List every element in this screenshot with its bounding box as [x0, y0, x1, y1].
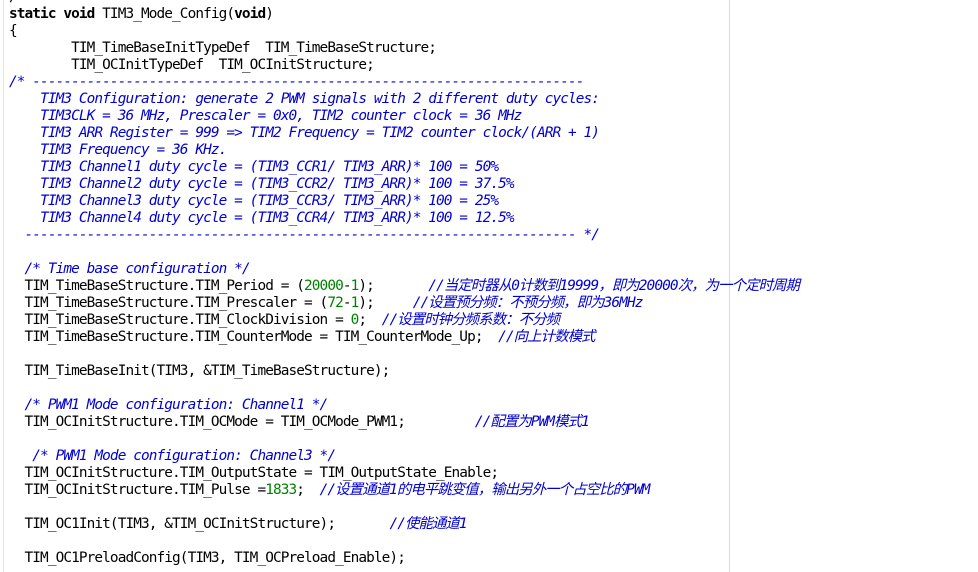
code-line[interactable]: TIM3 Channel4 duty cycle = (TIM3_CCR4/ T… [9, 210, 799, 227]
code-text: TIM_OCInitStructure.TIM_OutputState = TI… [9, 465, 500, 481]
code-line[interactable] [9, 244, 799, 261]
code-line[interactable]: TIM_TimeBaseStructure.TIM_ClockDivision … [9, 312, 799, 329]
code-line[interactable]: TIM3CLK = 36 MHz, Prescaler = 0x0, TIM2 … [9, 108, 799, 125]
code-comment: TIM3 Channel2 duty cycle = (TIM3_CCR2/ T… [9, 176, 515, 192]
code-line[interactable]: TIM_TimeBaseStructure.TIM_Prescaler = (7… [9, 295, 799, 312]
code-line[interactable]: /* Time base configuration */ [9, 261, 799, 278]
code-text: ); [358, 295, 413, 311]
code-line[interactable]: TIM_OC1PreloadConfig(TIM3, TIM_OCPreload… [9, 550, 799, 567]
code-text: / [9, 0, 18, 5]
code-line[interactable]: ----------------------------------------… [9, 227, 799, 244]
code-line[interactable]: TIM_OC1Init(TIM3, &TIM_OCInitStructure);… [9, 516, 799, 533]
code-comment: TIM3 Configuration: generate 2 PWM signa… [9, 91, 600, 107]
code-line[interactable] [9, 431, 799, 448]
fold-margin-line [3, 0, 4, 572]
code-text: TIM_OCInitTypeDef TIM_OCInitStructure; [9, 57, 375, 73]
code-comment: /* Time base configuration */ [24, 261, 251, 277]
code-line[interactable]: TIM_TimeBaseInitTypeDef TIM_TimeBaseStru… [9, 40, 799, 57]
code-line[interactable]: static void TIM3_Mode_Config(void) [9, 6, 799, 23]
code-comment: //设置预分频：不预分频，即为36MHz [412, 295, 644, 311]
code-line[interactable] [9, 499, 799, 516]
code-text: ; [358, 312, 382, 328]
code-comment: TIM3 Channel4 duty cycle = (TIM3_CCR4/ T… [9, 210, 515, 226]
code-comment: //向上计数模式 [498, 329, 595, 345]
code-line[interactable]: TIM3 Channel3 duty cycle = (TIM3_CCR3/ T… [9, 193, 799, 210]
code-line[interactable]: TIM3 ARR Register = 999 => TIM2 Frequenc… [9, 125, 799, 142]
code-line[interactable]: TIM3 Channel1 duty cycle = (TIM3_CCR1/ T… [9, 159, 799, 176]
code-comment: //设置时钟分频系数：不分频 [381, 312, 560, 328]
code-text: { [9, 23, 18, 39]
code-editor[interactable]: /static void TIM3_Mode_Config(void){ TIM… [0, 0, 978, 572]
code-text: TIM_TimeBaseStructure.TIM_Period = ( [9, 278, 305, 294]
code-line[interactable]: /* PWM1 Mode configuration: Channel1 */ [9, 397, 799, 414]
code-text: TIM3_Mode_Config( [94, 6, 235, 22]
code-comment: TIM3 Channel3 duty cycle = (TIM3_CCR3/ T… [9, 193, 499, 209]
code-line[interactable]: TIM3 Configuration: generate 2 PWM signa… [9, 91, 799, 108]
code-comment: //配置为PWM模式1 [474, 414, 590, 430]
code-text: - [342, 295, 352, 311]
code-text: TIM_TimeBaseStructure.TIM_CounterMode = … [9, 329, 499, 345]
code-line[interactable]: TIM_OCInitStructure.TIM_Pulse =1833; //设… [9, 482, 799, 499]
code-comment: /* PWM1 Mode configuration: Channel3 */ [32, 448, 336, 464]
code-text: TIM_TimeBaseInit(TIM3, &TIM_TimeBaseStru… [9, 363, 391, 379]
code-line[interactable] [9, 346, 799, 363]
code-line[interactable]: /* -------------------------------------… [9, 74, 799, 91]
code-area[interactable]: /static void TIM3_Mode_Config(void){ TIM… [9, 0, 800, 567]
code-text: - [342, 278, 352, 294]
code-line[interactable]: TIM_OCInitStructure.TIM_OCMode = TIM_OCM… [9, 414, 799, 431]
code-line[interactable] [9, 380, 799, 397]
code-keyword: void [234, 6, 266, 22]
code-comment: TIM3 Channel1 duty cycle = (TIM3_CCR1/ T… [9, 159, 499, 175]
code-text: TIM_OC1Init(TIM3, &TIM_OCInitStructure); [9, 516, 390, 532]
code-line[interactable]: TIM_TimeBaseStructure.TIM_Period = (2000… [9, 278, 800, 295]
code-keyword: static void [9, 6, 95, 22]
code-comment: //当定时器从0计数到19999，即为20000次，为一个定时周期 [428, 278, 800, 294]
code-text: TIM_OCInitStructure.TIM_OCMode = TIM_OCM… [9, 414, 475, 430]
code-line[interactable]: TIM_TimeBaseInit(TIM3, &TIM_TimeBaseStru… [9, 363, 799, 380]
code-text: ; [296, 482, 320, 498]
code-comment: TIM3CLK = 36 MHz, Prescaler = 0x0, TIM2 … [9, 108, 522, 124]
code-comment: TIM3 Frequency = 36 KHz. [9, 142, 227, 158]
code-text: TIM_OCInitStructure.TIM_Pulse = [9, 482, 267, 498]
code-comment: //使能通道1 [389, 516, 467, 532]
code-line[interactable]: TIM3 Frequency = 36 KHz. [9, 142, 799, 159]
code-number: 20000 [304, 278, 344, 294]
code-text: TIM_TimeBaseInitTypeDef TIM_TimeBaseStru… [9, 40, 437, 56]
code-text: ); [358, 278, 429, 294]
code-line[interactable]: TIM_TimeBaseStructure.TIM_CounterMode = … [9, 329, 799, 346]
code-line[interactable]: { [9, 23, 799, 40]
code-text: TIM_OC1PreloadConfig(TIM3, TIM_OCPreload… [9, 550, 406, 566]
code-line[interactable]: TIM_OCInitTypeDef TIM_OCInitStructure; [9, 57, 799, 74]
code-line[interactable]: /* PWM1 Mode configuration: Channel3 */ [9, 448, 799, 465]
code-number: 1833 [265, 482, 297, 498]
code-comment: //设置通道1的电平跳变值，输出另外一个占空比的PWM [319, 482, 651, 498]
code-comment: TIM3 ARR Register = 999 => TIM2 Frequenc… [9, 125, 600, 141]
code-line[interactable]: TIM3 Channel2 duty cycle = (TIM3_CCR2/ T… [9, 176, 799, 193]
code-line[interactable]: TIM_OCInitStructure.TIM_OutputState = TI… [9, 465, 799, 482]
code-number: 72 [327, 295, 343, 311]
code-text: TIM_TimeBaseStructure.TIM_ClockDivision … [9, 312, 351, 328]
code-text: TIM_TimeBaseStructure.TIM_Prescaler = ( [9, 295, 329, 311]
code-comment: ----------------------------------------… [9, 227, 600, 243]
code-comment: /* -------------------------------------… [9, 74, 584, 90]
code-text: ) [265, 6, 274, 22]
code-comment: /* PWM1 Mode configuration: Channel1 */ [24, 397, 329, 413]
code-line[interactable] [9, 533, 799, 550]
